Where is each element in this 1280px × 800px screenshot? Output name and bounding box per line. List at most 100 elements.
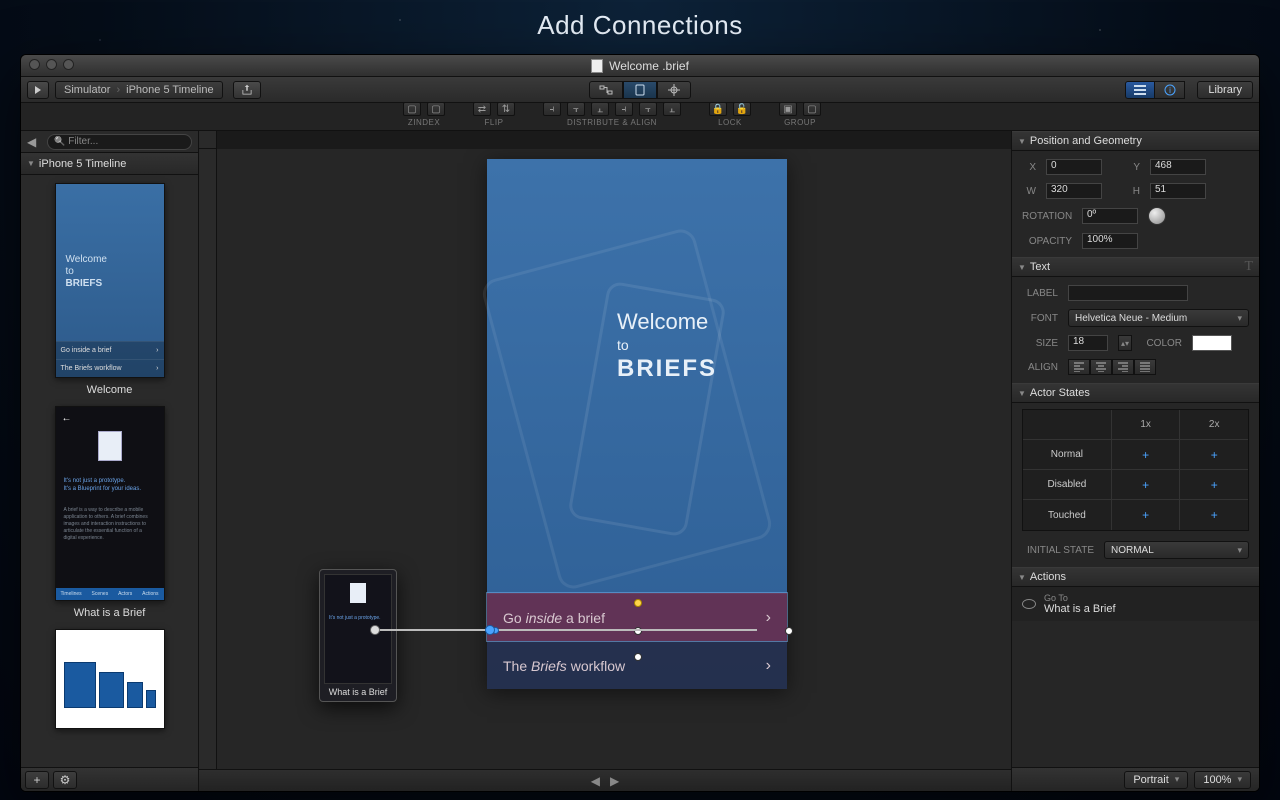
scene-thumb-label: What is a Brief	[74, 607, 146, 619]
y-input[interactable]: 468	[1150, 159, 1206, 175]
add-button[interactable]: +	[25, 771, 49, 789]
play-button[interactable]	[27, 81, 49, 99]
section-position-geometry[interactable]: Position and Geometry	[1012, 131, 1259, 151]
welcome-text: Welcome	[617, 309, 717, 335]
back-arrow-icon: ←	[62, 413, 72, 424]
lock-icon[interactable]: 🔒	[709, 102, 727, 116]
chevron-right-icon: ›	[116, 84, 120, 96]
align-center-icon[interactable]	[1090, 359, 1112, 375]
breadcrumb-item[interactable]: iPhone 5 Timeline	[126, 84, 213, 96]
selection-handle[interactable]	[634, 599, 642, 607]
align-middle-icon[interactable]: ⫟	[639, 102, 657, 116]
size-input[interactable]: 18	[1068, 335, 1108, 351]
scene-thumb-welcome[interactable]: WelcometoBRIEFS Go inside a brief› The B…	[33, 183, 186, 396]
align-left-icon[interactable]: ⫞	[543, 102, 561, 116]
inspector-panel: Position and Geometry X 0 Y 468 W 320 H …	[1011, 131, 1259, 791]
flip-group: ⇄⇅ FLIP	[473, 102, 515, 127]
color-swatch[interactable]	[1192, 335, 1232, 351]
share-button[interactable]	[233, 81, 261, 99]
titlebar: Welcome .brief	[21, 55, 1259, 77]
ungroup-icon[interactable]: ▢	[803, 102, 821, 116]
group-group: ▣▢ GROUP	[779, 102, 821, 127]
align-center-icon[interactable]: ⫟	[567, 102, 585, 116]
align-left-icon[interactable]	[1068, 359, 1090, 375]
add-state-button[interactable]: +	[1211, 448, 1218, 462]
unlock-icon[interactable]: 🔓	[733, 102, 751, 116]
breadcrumb[interactable]: Simulator › iPhone 5 Timeline	[55, 81, 223, 99]
distribute-align-group: ⫞ ⫟ ⫠ ⫞ ⫟ ⫠ DISTRIBUTE & ALIGN	[543, 102, 681, 127]
w-input[interactable]: 320	[1046, 183, 1102, 199]
window-title: Welcome .brief	[609, 59, 689, 73]
opacity-input[interactable]: 100%	[1082, 233, 1138, 249]
orientation-dropdown[interactable]: Portrait	[1124, 771, 1188, 789]
label-input[interactable]	[1068, 285, 1188, 301]
align-right-icon[interactable]	[1112, 359, 1134, 375]
connection-line[interactable]	[375, 629, 757, 631]
canvas-area: -250-200-150-100-50050100150200250300350…	[199, 131, 1011, 791]
add-state-button[interactable]: +	[1142, 508, 1149, 522]
zoom-dropdown[interactable]: 100%	[1194, 771, 1251, 789]
add-state-button[interactable]: +	[1211, 478, 1218, 492]
add-state-button[interactable]: +	[1142, 478, 1149, 492]
section-header[interactable]: iPhone 5 Timeline	[21, 153, 198, 175]
search-input[interactable]: Filter...	[47, 134, 192, 150]
eye-icon[interactable]	[1022, 599, 1036, 609]
chevron-right-icon: ›	[766, 657, 771, 675]
selection-handle[interactable]	[634, 653, 642, 661]
flip-h-icon[interactable]: ⇄	[473, 102, 491, 116]
align-top-icon[interactable]: ⫞	[615, 102, 633, 116]
page-prev-icon[interactable]: ◀	[591, 774, 600, 788]
connection-endpoint[interactable]	[485, 625, 495, 635]
inspector-toggle[interactable]: i	[1125, 81, 1185, 99]
text-icon: T	[1244, 259, 1253, 275]
menu-row-briefs-workflow[interactable]: The Briefs workflow ›	[487, 641, 787, 689]
view-mode-segmented[interactable]	[589, 81, 691, 99]
add-state-button[interactable]: +	[1142, 448, 1149, 462]
initial-state-dropdown[interactable]: NORMAL	[1104, 541, 1249, 559]
scene-thumb-what-is-brief[interactable]: ← It's not just a prototype.It's a Bluep…	[33, 406, 186, 619]
page-title: Add Connections	[0, 10, 1280, 41]
flip-v-icon[interactable]: ⇅	[497, 102, 515, 116]
chevron-right-icon: ›	[766, 609, 771, 627]
group-icon[interactable]: ▣	[779, 102, 797, 116]
traffic-lights[interactable]	[29, 59, 74, 70]
device-preview[interactable]: Welcome to BRIEFS Go inside a brief › Th…	[487, 159, 787, 689]
welcome-text: to	[617, 337, 717, 353]
align-bottom-icon[interactable]: ⫠	[663, 102, 681, 116]
font-dropdown[interactable]: Helvetica Neue - Medium	[1068, 309, 1249, 327]
rotation-knob[interactable]	[1148, 207, 1166, 225]
action-item[interactable]: Go To What is a Brief	[1012, 587, 1259, 621]
canvas-pager: ◀ ▶	[199, 769, 1011, 791]
add-state-button[interactable]: +	[1211, 508, 1218, 522]
back-icon[interactable]: ◀	[27, 135, 41, 149]
section-actions[interactable]: Actions	[1012, 567, 1259, 587]
bring-forward-icon[interactable]: ▢	[403, 102, 421, 116]
selection-handle[interactable]	[785, 627, 793, 635]
section-actor-states[interactable]: Actor States	[1012, 383, 1259, 403]
send-backward-icon[interactable]: ▢	[427, 102, 445, 116]
canvas[interactable]: Welcome to BRIEFS Go inside a brief › Th…	[217, 149, 1011, 769]
lock-group: 🔒🔓 LOCK	[709, 102, 751, 127]
rotation-input[interactable]: 0º	[1082, 208, 1138, 224]
connection-target-thumb[interactable]: It's not just a prototype. What is a Bri…	[319, 569, 397, 702]
align-right-icon[interactable]: ⫠	[591, 102, 609, 116]
size-stepper[interactable]: ▴▾	[1118, 335, 1132, 351]
list-view-icon[interactable]	[1125, 81, 1155, 99]
h-input[interactable]: 51	[1150, 183, 1206, 199]
zindex-group: ▢▢ ZINDEX	[403, 102, 445, 127]
scene-thumb-devices[interactable]	[33, 629, 186, 729]
breadcrumb-item[interactable]: Simulator	[64, 84, 110, 96]
connection-endpoint[interactable]	[370, 625, 380, 635]
x-input[interactable]: 0	[1046, 159, 1102, 175]
align-justify-icon[interactable]	[1134, 359, 1156, 375]
library-button[interactable]: Library	[1197, 81, 1253, 99]
scene-thumb-label: Welcome	[87, 384, 133, 396]
view-crosshair-icon[interactable]	[657, 81, 691, 99]
section-text[interactable]: TextT	[1012, 257, 1259, 277]
app-window: Welcome .brief Simulator › iPhone 5 Time…	[20, 54, 1260, 792]
page-next-icon[interactable]: ▶	[610, 774, 619, 788]
view-flow-icon[interactable]	[589, 81, 623, 99]
gear-icon[interactable]: ⚙	[53, 771, 77, 789]
info-icon[interactable]: i	[1155, 81, 1185, 99]
view-device-icon[interactable]	[623, 81, 657, 99]
